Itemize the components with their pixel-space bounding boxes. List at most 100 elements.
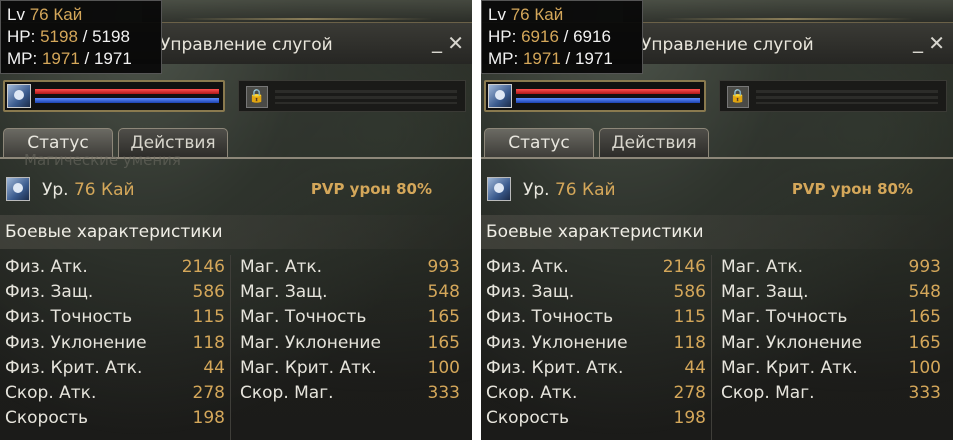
stat-row: Физ. Атк. 2146 [486,255,706,280]
stat-row: Физ. Защ. 586 [5,280,225,305]
stat-value: 333 [427,382,460,403]
stat-row: Маг. Крит. Атк. 100 [240,356,460,381]
servitor-bars[interactable] [484,80,706,112]
stat-value: 165 [427,307,460,328]
window-top-ornament [623,0,953,22]
stat-row: Физ. Атк. 2146 [5,255,225,280]
tooltip-hp-row: HP: 6916 / 6916 [488,27,611,46]
stats-physical: Физ. Атк. 2146 Физ. Защ. 586 Физ. Точность… [486,255,706,431]
stat-label: Физ. Уклонение [5,332,147,353]
tab-underline [481,157,953,159]
mp-current: 1971 [41,49,80,68]
stat-value: 100 [908,357,941,378]
tooltip-level: 76 [29,5,49,24]
stats-divider [230,255,231,440]
pet-portrait-icon [6,177,30,201]
servitor-name: Кай [582,180,616,200]
stat-label: Физ. Точность [5,307,133,328]
hp-max: 6916 [573,27,611,46]
stat-value: 586 [192,282,225,303]
stat-label: Скор. Атк. [486,382,578,403]
stat-label: Маг. Атк. [240,257,323,277]
tab-status[interactable]: Статус [484,128,594,158]
servitor-name: Кай [101,180,135,200]
pet-portrait-icon [488,84,512,108]
stat-row: Физ. Крит. Атк. 44 [5,356,225,381]
stat-row: Маг. Точность 165 [240,305,460,330]
stat-value: 2146 [662,257,706,277]
tooltip-level-row: Lv 76 Кай [7,4,161,26]
pet-portrait-icon [487,177,511,201]
tab-actions[interactable]: Действия [599,128,709,158]
locked-slot: 🔒 [719,80,947,112]
stat-label: Маг. Уклонение [721,332,862,353]
mp-label: MP: [7,49,38,68]
stat-row: Маг. Защ. 548 [721,280,941,305]
tooltip-level-row: Lv 76 Кай [488,4,642,26]
stat-row: Скор. Атк. 278 [486,381,706,406]
background-ghost-text: Магические умения [24,151,181,169]
stat-label: Маг. Атк. [721,257,804,277]
close-icon[interactable]: ✕ [447,33,464,53]
stat-value: 2146 [181,257,225,277]
servitor-window-left: Управление слугой _ ✕ Lv 76 Кай HP: 5198… [0,0,472,440]
mp-max: 1971 [93,49,132,68]
hp-label: HP: [488,27,517,46]
stats-divider [711,255,712,440]
level-line: Ур. 76 Кай [523,180,616,200]
stat-row: Физ. Крит. Атк. 44 [486,356,706,381]
stat-label: Маг. Защ. [721,282,809,303]
tooltip-level: 76 [510,5,530,24]
lv-label: Lv [488,5,506,24]
hp-bar [35,89,219,94]
servitor-info-row: Ур. 76 Кай PVP урон 80% [481,175,953,205]
stat-label: Скор. Маг. [721,382,815,403]
stat-label: Маг. Защ. [240,282,328,303]
level-value: 76 [73,180,96,200]
stat-row: Маг. Атк. 993 [721,255,941,280]
section-title: Боевые характеристики [486,222,704,242]
lv-label: Lv [7,5,25,24]
stat-label: Физ. Крит. Атк. [5,357,143,378]
stat-row: Физ. Уклонение 118 [486,331,706,356]
status-tooltip: Lv 76 Кай HP: 5198 / 5198 MP: 1971 / 197… [0,0,162,74]
mp-current: 1971 [522,49,561,68]
lock-icon: 🔒 [727,86,749,108]
stat-value: 100 [427,357,460,378]
level-prefix: Ур. [523,180,550,200]
stat-value: 165 [908,332,941,353]
tooltip-name: Кай [53,5,83,24]
pet-portrait-icon [7,84,31,108]
locked-bars [756,90,938,104]
hp-bar [516,89,700,94]
stat-label: Физ. Атк. [486,257,569,277]
window-title: Управление слугой [160,35,333,55]
stat-row: Скор. Маг. 333 [240,381,460,406]
minimize-icon[interactable]: _ [432,31,442,51]
stat-row: Маг. Точность 165 [721,305,941,330]
servitor-bars[interactable] [3,80,225,112]
stat-row: Физ. Уклонение 118 [5,331,225,356]
stat-label: Физ. Защ. [5,282,94,303]
stat-label: Скор. Маг. [240,382,334,403]
stat-row: Маг. Уклонение 165 [240,331,460,356]
stat-value: 993 [427,257,460,277]
servitor-info-row: Ур. 76 Кай PVP урон 80% [0,175,472,205]
stat-label: Маг. Уклонение [240,332,381,353]
close-icon[interactable]: ✕ [928,33,945,53]
stat-label: Физ. Защ. [486,282,575,303]
mp-bar [516,98,700,103]
pvp-damage: PVP урон 80% [310,180,432,198]
stat-row: Маг. Защ. 548 [240,280,460,305]
stat-label: Скор. Атк. [5,382,97,403]
minimize-icon[interactable]: _ [913,31,923,51]
stats-physical: Физ. Атк. 2146 Физ. Защ. 586 Физ. Точность… [5,255,225,431]
stat-value: 44 [203,357,225,378]
stat-value: 333 [908,382,941,403]
mp-label: MP: [488,49,519,68]
stat-value: 278 [673,382,706,403]
stat-value: 198 [673,408,706,429]
stat-label: Скорость [486,408,569,429]
stat-value: 115 [192,307,225,328]
stat-value: 44 [684,357,706,378]
